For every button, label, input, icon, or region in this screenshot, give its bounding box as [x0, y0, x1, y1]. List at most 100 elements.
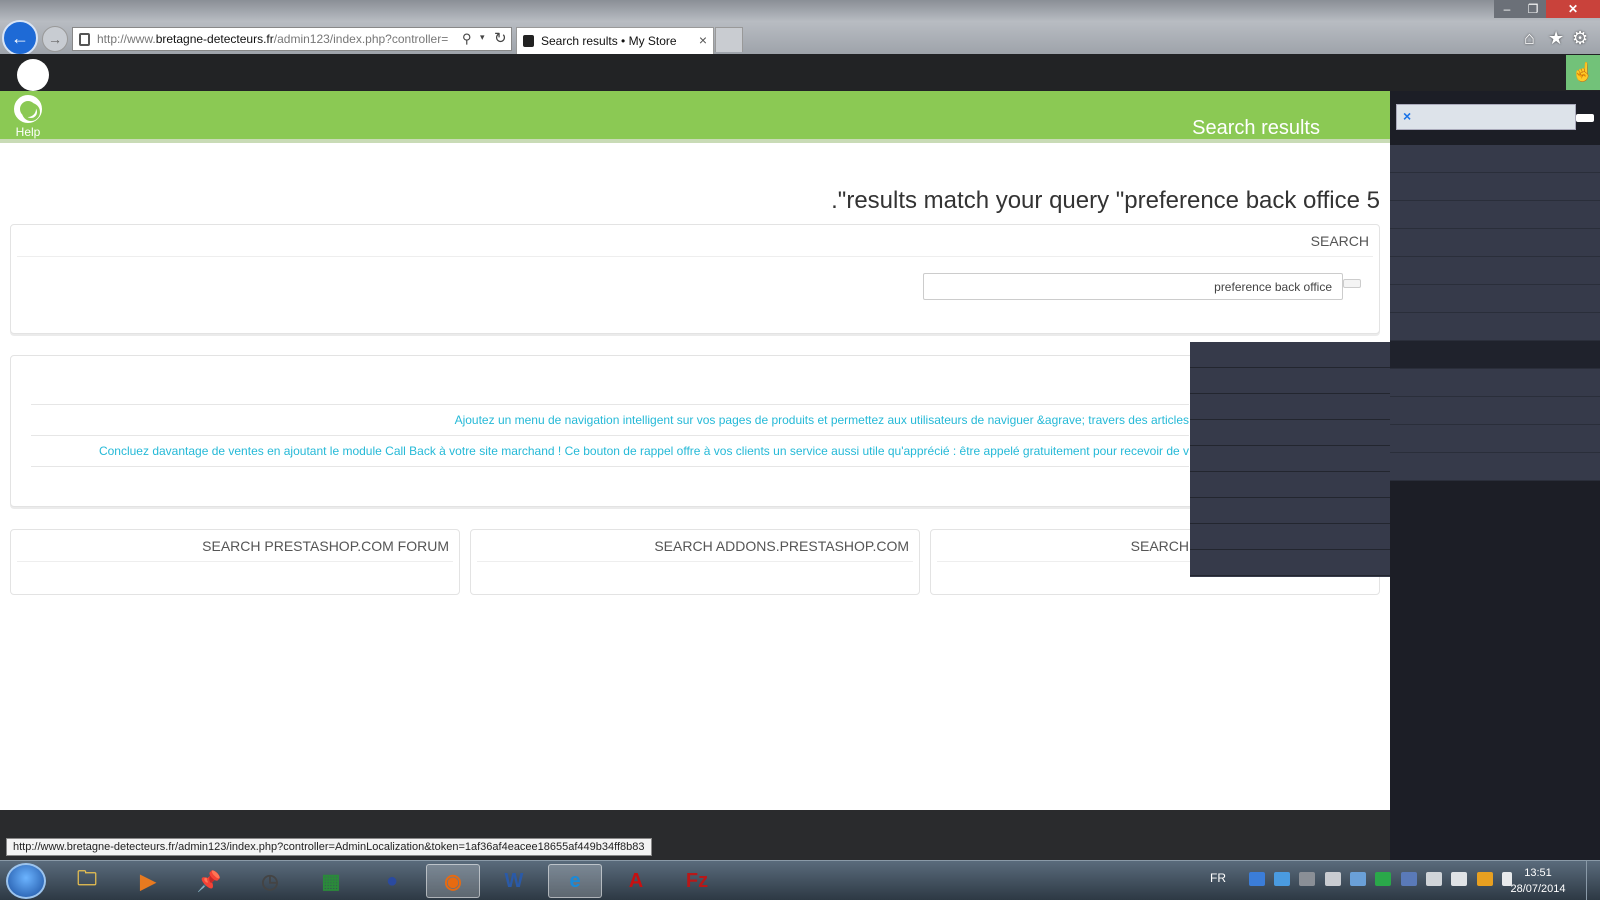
close-icon[interactable]: × [1403, 108, 1411, 124]
modules-panel: Ajoutez un menu de navigation intelligen… [10, 355, 1380, 507]
gear-icon[interactable]: ⚙ [1572, 28, 1588, 49]
search-panel: SEARCH [10, 224, 1380, 334]
dropdown-item[interactable] [1190, 420, 1390, 446]
right-sidebar: × [1390, 91, 1600, 900]
refresh-icon[interactable]: ↻ [494, 29, 507, 47]
media-player-icon: ▶ [140, 870, 156, 893]
taskbar-app-explorer[interactable]: 🗀 [60, 864, 114, 898]
sidebar-item[interactable] [1390, 257, 1600, 285]
help-button[interactable]: Help [12, 95, 44, 139]
app-tray-icon[interactable] [1375, 871, 1392, 886]
show-desktop-button[interactable] [1586, 861, 1600, 900]
tab-title: Search results • My Store [541, 34, 677, 48]
dropdown-menu [1190, 342, 1390, 577]
taskbar-app-internet-explorer[interactable]: e [548, 864, 602, 898]
page-title: Search results [1192, 117, 1320, 139]
usb-icon[interactable] [1451, 871, 1468, 886]
sidebar-search-input[interactable]: × [1396, 104, 1576, 130]
panel-heading: SEARCH ADDONS.PRESTASHOP.COM [477, 530, 913, 562]
sidebar-item[interactable] [1390, 285, 1600, 313]
module-list: Ajoutez un menu de navigation intelligen… [31, 404, 1189, 467]
internet-explorer-icon: e [569, 869, 581, 892]
search-input[interactable] [924, 274, 1342, 299]
external-search-row: SEARCH PRESTASHOP.COM FORUM SEARCH ADDON… [10, 529, 1380, 595]
address-bar[interactable]: http://www.bretagne-detecteurs.fr/admin1… [72, 27, 512, 51]
taskbar-app-clock[interactable]: ◷ [243, 864, 297, 898]
sidebar-item[interactable] [1390, 229, 1600, 257]
page-toolbar: Help Search results [0, 91, 1390, 143]
spreadsheet-icon: ▦ [321, 870, 341, 893]
clock[interactable]: 13:51 28/07/2014 [1500, 865, 1576, 897]
minimize-button[interactable]: – [1494, 0, 1520, 18]
sidebar-item[interactable] [1390, 397, 1600, 425]
taskbar-app-pin[interactable]: 📌 [182, 864, 236, 898]
word-icon: W [504, 869, 524, 892]
sidebar-search-button[interactable] [1576, 114, 1594, 122]
new-tab-button[interactable] [715, 27, 743, 52]
monitor-icon[interactable] [1324, 871, 1341, 886]
warning-icon[interactable] [1476, 871, 1493, 886]
maximize-button[interactable]: ❐ [1520, 0, 1546, 18]
forum-search-panel: SEARCH PRESTASHOP.COM FORUM [10, 529, 460, 595]
star-icon[interactable]: ★ [1548, 28, 1564, 49]
language-indicator[interactable]: FR [1210, 871, 1226, 885]
sidebar-item[interactable] [1390, 369, 1600, 397]
address-prefix: http://www. [97, 32, 156, 46]
volume-icon[interactable] [1426, 871, 1443, 886]
back-button[interactable]: ← [2, 20, 38, 56]
dropdown-item[interactable] [1190, 524, 1390, 550]
close-window-button[interactable]: ✕ [1546, 0, 1600, 18]
filezilla-icon: Fz [685, 869, 709, 892]
close-icon[interactable]: × [699, 32, 707, 48]
tray-icon[interactable] [1400, 871, 1417, 886]
taskbar-app-acrobat[interactable]: A [609, 864, 663, 898]
network-icon[interactable] [1248, 871, 1265, 886]
notifications-button[interactable]: ☝ [1566, 55, 1600, 90]
search-submit-button[interactable] [1343, 279, 1361, 288]
sync-icon[interactable] [1350, 871, 1367, 886]
sidebar-menu [1390, 145, 1600, 481]
taskbar-app-filezilla[interactable]: Fz [670, 864, 724, 898]
search-field [923, 273, 1343, 300]
sidebar-item[interactable] [1390, 313, 1600, 341]
system-tray: FR [1210, 871, 1518, 886]
clock-icon: ◷ [261, 870, 279, 893]
results-heading: ."results match your query "preference b… [831, 187, 1380, 214]
cloud-icon[interactable] [1274, 871, 1291, 886]
address-path: /admin123/index.php?controller= [273, 32, 449, 46]
sidebar-item[interactable] [1390, 341, 1600, 369]
browser-tab[interactable]: Search results • My Store × [516, 27, 714, 54]
start-button[interactable] [6, 863, 46, 899]
main-content: ."results match your query "preference b… [0, 147, 1390, 810]
dropdown-item[interactable] [1190, 394, 1390, 420]
arrow-left-icon: ← [11, 27, 29, 48]
device-icon[interactable] [1299, 871, 1316, 886]
taskbar-app-user[interactable]: ● [365, 864, 419, 898]
explorer-icon: 🗀 [77, 868, 97, 890]
taskbar-app-media-player[interactable]: ▶ [121, 864, 175, 898]
sidebar-item[interactable] [1390, 425, 1600, 453]
home-icon[interactable]: ⌂ [1524, 28, 1535, 49]
sidebar-item[interactable] [1390, 173, 1600, 201]
sidebar-item[interactable] [1390, 145, 1600, 173]
chevron-down-icon[interactable]: ▾ [480, 32, 485, 43]
dropdown-item[interactable] [1190, 498, 1390, 524]
dropdown-item[interactable] [1190, 550, 1390, 576]
dropdown-item[interactable] [1190, 446, 1390, 472]
taskbar-app-spreadsheet[interactable]: ▦ [304, 864, 358, 898]
module-link[interactable]: Concluez davantage de ventes en ajoutant… [99, 444, 1189, 458]
dropdown-item[interactable] [1190, 342, 1390, 368]
user-icon: ● [385, 869, 399, 892]
sidebar-item[interactable] [1390, 453, 1600, 481]
dropdown-item[interactable] [1190, 368, 1390, 394]
search-icon[interactable]: ⚲ [462, 31, 472, 47]
taskbar-app-word[interactable]: W [487, 864, 541, 898]
sidebar-item[interactable] [1390, 201, 1600, 229]
clock-time: 13:51 [1524, 867, 1552, 879]
module-link[interactable]: Ajoutez un menu de navigation intelligen… [455, 413, 1189, 427]
shop-logo[interactable] [17, 59, 49, 91]
dropdown-item[interactable] [1190, 472, 1390, 498]
list-item: Ajoutez un menu de navigation intelligen… [31, 405, 1189, 436]
taskbar-app-firefox[interactable]: ◉ [426, 864, 480, 898]
forward-button[interactable]: → [42, 26, 68, 52]
